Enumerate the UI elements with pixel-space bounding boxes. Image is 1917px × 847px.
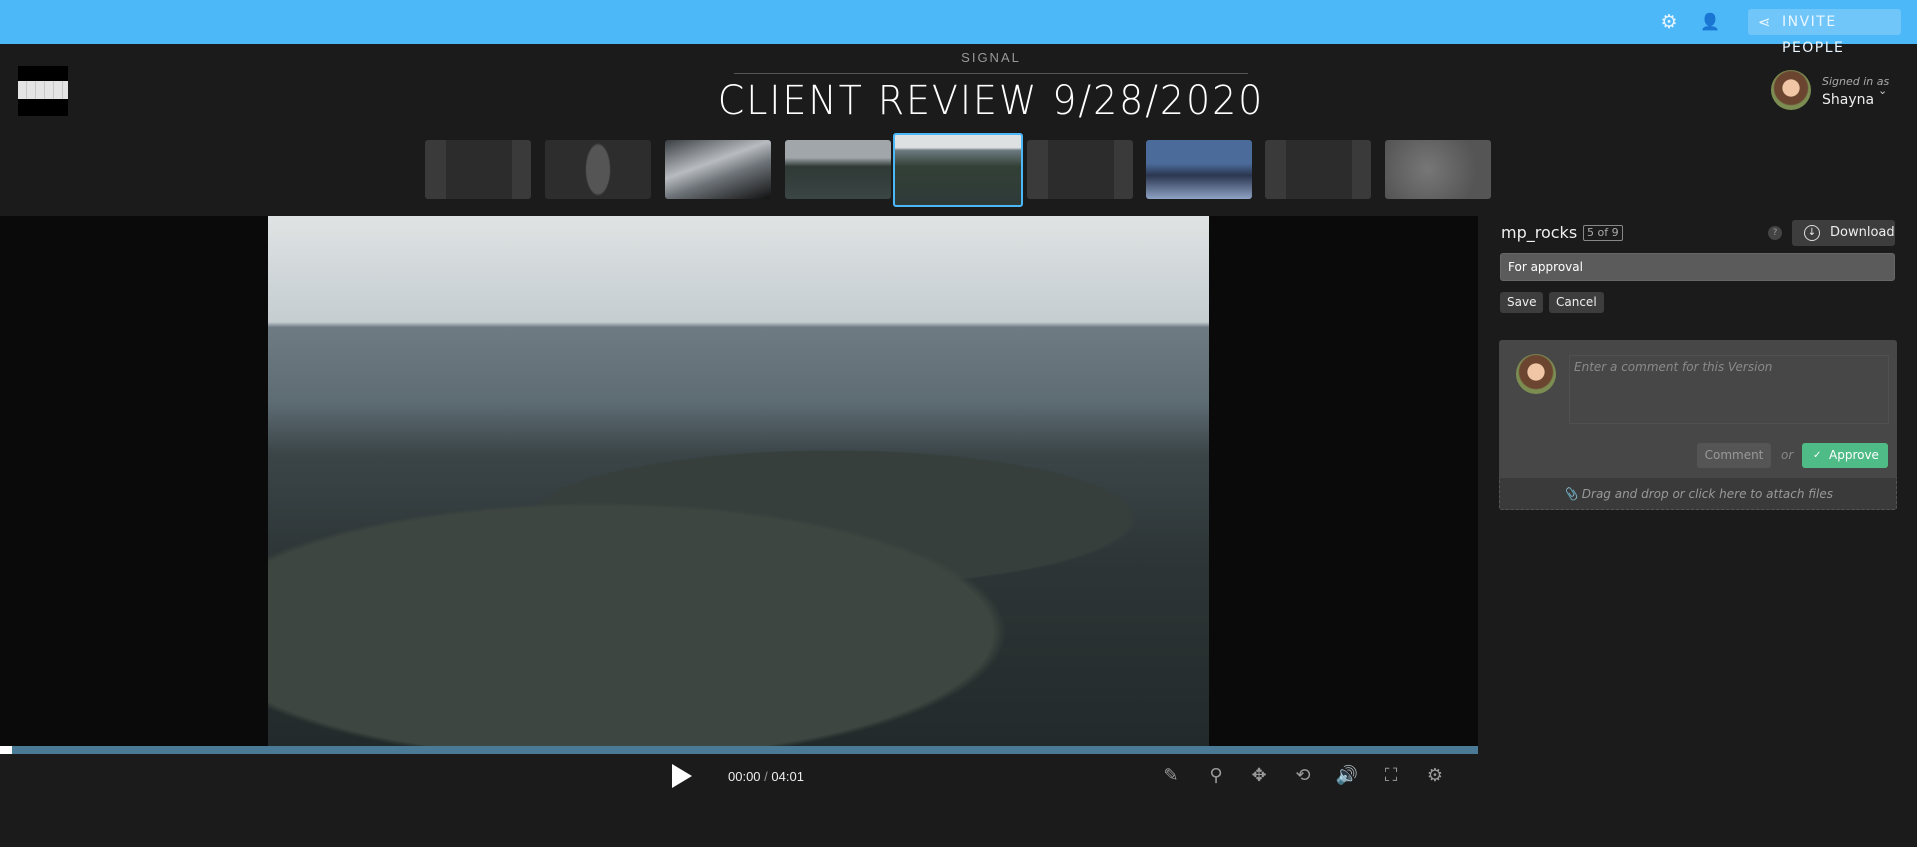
volume-icon[interactable]: 🔊 [1335,764,1359,788]
user-name[interactable]: Shayna [1822,92,1874,108]
download-button[interactable]: ↓ Download [1792,220,1895,246]
paperclip-icon: 📎 [1562,487,1578,501]
version-name: mp_rocks [1501,223,1578,242]
download-icon: ↓ [1804,225,1820,241]
or-label: or [1781,448,1794,462]
project-name: SIGNAL [961,50,1021,65]
time-total: 04:01 [771,769,804,784]
invite-label: INVITE PEOPLE [1782,14,1845,56]
thumbnail-8[interactable] [1265,140,1371,199]
thumbnail-5-selected[interactable] [893,133,1023,207]
settings-gear-icon[interactable]: ⚙ [1659,12,1679,32]
thumbnail-9[interactable] [1385,140,1491,199]
comment-avatar [1516,354,1556,394]
thumbnail-7[interactable] [1146,140,1252,199]
comment-button[interactable]: Comment [1697,443,1771,468]
thumbnail-6[interactable] [1027,140,1133,199]
approve-label: Approve [1829,448,1879,462]
thumbnail-4[interactable] [785,140,891,199]
play-icon[interactable] [672,764,692,788]
divider [734,73,1248,74]
page-title: CLIENT REVIEW 9/28/2020 [717,78,1265,124]
time-current: 00:00 [728,769,761,784]
logo[interactable] [18,66,68,116]
version-status-input[interactable] [1500,253,1895,281]
progress-bar[interactable] [0,746,1478,754]
video-frame[interactable] [268,216,1209,746]
help-icon[interactable]: ? [1768,226,1782,240]
time-display: 00:00 / 04:01 [728,769,804,784]
attach-label: Drag and drop or click here to attach fi… [1581,487,1833,501]
player-settings-icon[interactable]: ⚙ [1423,764,1447,788]
user-settings-icon[interactable]: 👤 [1700,12,1720,32]
pencil-icon[interactable]: ✎ [1159,764,1183,788]
zoom-icon[interactable]: ⚲ [1204,764,1228,788]
loop-icon[interactable]: ⟲ [1291,764,1315,788]
version-count-badge: 5 of 9 [1583,225,1623,241]
avatar[interactable] [1771,70,1811,110]
save-button[interactable]: Save [1500,292,1544,313]
download-label: Download [1830,225,1895,240]
top-bar [0,0,1917,44]
progress-handle[interactable] [0,746,12,754]
thumbnail-3[interactable] [665,140,771,199]
check-icon: ✓ [1813,450,1822,461]
move-icon[interactable]: ✥ [1247,764,1271,788]
thumbnail-2[interactable] [545,140,651,199]
invite-people-button[interactable]: ⋖ INVITE PEOPLE [1748,9,1901,56]
fullscreen-icon[interactable]: ⛶ [1379,764,1403,788]
attach-dropzone[interactable]: 📎 Drag and drop or click here to attach … [1499,478,1897,510]
chevron-down-icon[interactable]: ⌄ [1878,84,1887,97]
cancel-button[interactable]: Cancel [1549,292,1604,313]
approve-button[interactable]: ✓ Approve [1802,443,1888,468]
share-icon: ⋖ [1758,13,1773,31]
comment-input[interactable] [1569,355,1889,424]
thumbnail-1[interactable] [425,140,531,199]
rocks-shape [268,366,1209,746]
